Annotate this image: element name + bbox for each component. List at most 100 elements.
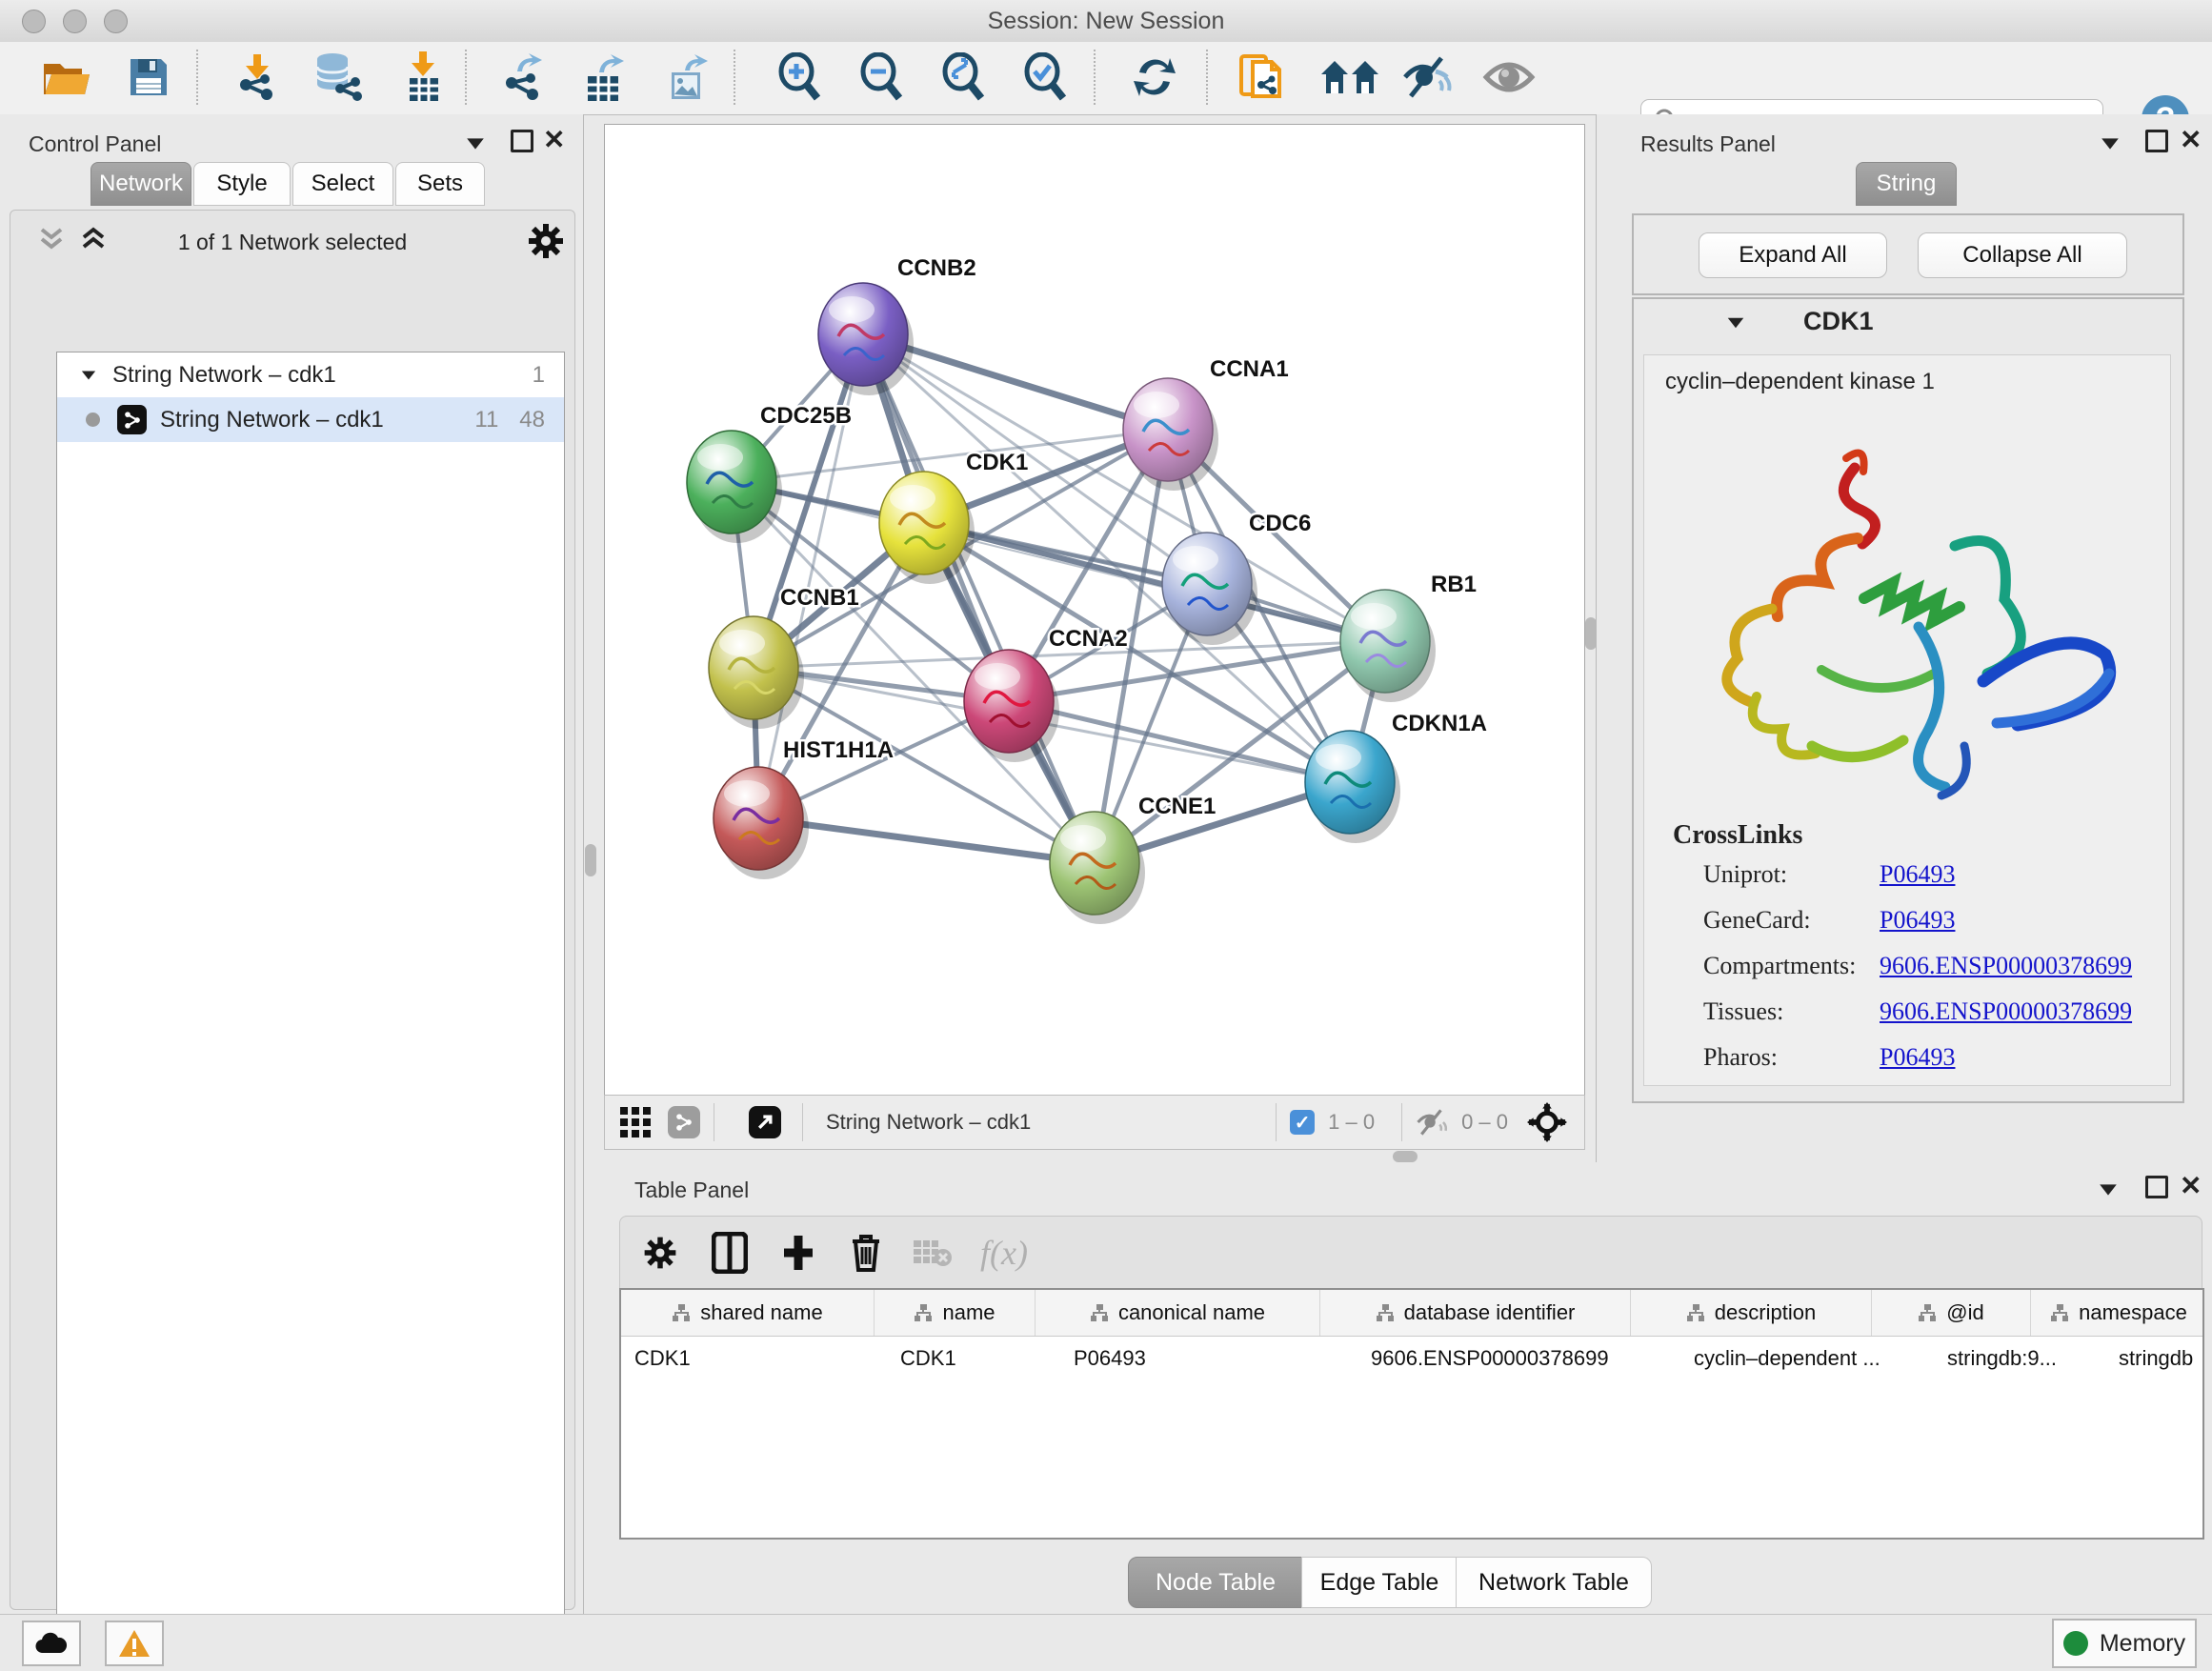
birds-eye-grid-icon[interactable] (618, 1105, 653, 1139)
results-panel-close-icon[interactable]: ✕ (2180, 124, 2202, 155)
tab-node-table[interactable]: Node Table (1128, 1557, 1303, 1608)
protein-collapse-icon[interactable] (1728, 318, 1744, 329)
tab-network-table[interactable]: Network Table (1456, 1557, 1652, 1608)
tab-style[interactable]: Style (193, 162, 291, 206)
zoom-out-button[interactable] (855, 50, 909, 105)
column-header-canonical-name[interactable]: canonical name (1036, 1290, 1320, 1336)
column-header-namespace[interactable]: namespace (2031, 1290, 2204, 1336)
table-options-gear-icon[interactable] (641, 1234, 679, 1272)
crosslink-link[interactable]: 9606.ENSP00000378699 (1880, 997, 2132, 1026)
column-header-description[interactable]: description (1631, 1290, 1872, 1336)
table-panel: Table Panel ✕ (604, 1162, 2212, 1614)
pan-crosshair-icon[interactable] (1527, 1102, 1567, 1142)
open-network-in-window-icon[interactable] (749, 1106, 781, 1138)
column-header-name[interactable]: name (875, 1290, 1036, 1336)
export-image-button[interactable] (661, 50, 714, 105)
tab-edge-table[interactable]: Edge Table (1301, 1557, 1458, 1608)
collection-expand-icon[interactable] (82, 371, 95, 379)
table-cell[interactable]: CDK1 (887, 1337, 1060, 1380)
refresh-layout-button[interactable] (1128, 50, 1181, 105)
network-view-title: String Network – cdk1 (826, 1110, 1031, 1135)
table-row[interactable]: CDK1CDK1P064939606.ENSP00000378699cyclin… (621, 1337, 2202, 1380)
delete-column-trash-icon[interactable] (849, 1232, 883, 1274)
table-panel-collapse-icon[interactable] (2100, 1184, 2117, 1195)
network-view-canvas[interactable]: CCNB2CCNA1CDC25BCDK1CDC6RB1CCNB1CCNA2CDK… (604, 124, 1585, 1096)
hide-selected-button[interactable] (1400, 50, 1454, 105)
new-network-from-selection-button[interactable] (1235, 50, 1288, 105)
show-all-button[interactable] (1482, 50, 1536, 105)
column-header-database-identifier[interactable]: database identifier (1320, 1290, 1631, 1336)
edge-CDK1-RB1[interactable] (924, 523, 1385, 641)
network-node-RB1[interactable]: RB1 (1340, 572, 1477, 702)
zoom-selected-button[interactable] (1019, 50, 1073, 105)
zoom-in-button[interactable] (774, 50, 827, 105)
export-network-button[interactable] (497, 50, 551, 105)
network-node-HIST1H1A[interactable]: HIST1H1A (714, 737, 894, 879)
cloud-status-button[interactable] (22, 1621, 81, 1666)
tab-sets[interactable]: Sets (395, 162, 485, 206)
hidden-eye-slash-icon[interactable] (1416, 1109, 1448, 1136)
network-row[interactable]: String Network – cdk1 11 48 (57, 397, 564, 442)
crosslink-link[interactable]: P06493 (1880, 1043, 1955, 1072)
table-cell[interactable]: cyclin–dependent ... (1680, 1337, 1934, 1380)
memory-button[interactable]: Memory (2052, 1619, 2197, 1668)
show-columns-icon[interactable] (712, 1232, 748, 1274)
collapse-all-button[interactable]: Collapse All (1918, 232, 2127, 278)
control-panel-title: Control Panel (29, 131, 161, 157)
network-node-CCNA1[interactable]: CCNA1 (1123, 356, 1289, 491)
export-table-button[interactable] (577, 50, 631, 105)
control-panel-collapse-icon[interactable] (467, 138, 484, 149)
network-options-gear-icon[interactable] (525, 220, 567, 262)
table-cell[interactable]: stringdb (2105, 1337, 2204, 1380)
control-panel-close-icon[interactable]: ✕ (543, 124, 565, 155)
protein-structure-image (1669, 432, 2145, 803)
import-network-from-database-button[interactable] (311, 50, 364, 105)
create-column-plus-icon[interactable] (780, 1232, 816, 1274)
string-network-graph[interactable]: CCNB2CCNA1CDC25BCDK1CDC6RB1CCNB1CCNA2CDK… (605, 125, 1584, 1095)
table-panel-close-icon[interactable]: ✕ (2180, 1170, 2202, 1201)
edge-CCNB2-CCNE1[interactable] (863, 334, 1095, 863)
node-label-CCNB2: CCNB2 (897, 255, 976, 281)
table-cell[interactable]: CDK1 (621, 1337, 887, 1380)
warning-icon (118, 1629, 151, 1658)
warnings-button[interactable] (105, 1621, 164, 1666)
edge-HIST1H1A-CCNE1[interactable] (758, 818, 1095, 863)
memory-status-dot (2063, 1631, 2088, 1656)
network-node-CDKN1A[interactable]: CDKN1A (1305, 711, 1487, 843)
import-network-button[interactable] (231, 50, 284, 105)
open-folder-icon (42, 56, 91, 98)
save-floppy-icon (127, 55, 171, 99)
toolbar-separator (802, 1103, 803, 1141)
results-panel-float-icon[interactable] (2145, 130, 2168, 152)
zoom-fit-button[interactable] (937, 50, 991, 105)
network-node-CCNB2[interactable]: CCNB2 (818, 255, 976, 395)
tab-network[interactable]: Network (90, 162, 191, 206)
horizontal-splitter-handle[interactable] (1393, 1151, 1418, 1162)
table-panel-float-icon[interactable] (2145, 1176, 2168, 1198)
column-header-shared-name[interactable]: shared name (621, 1290, 875, 1336)
network-node-CCNB1[interactable]: CCNB1 (709, 585, 859, 729)
selected-nodes-checkbox[interactable]: ✓ (1290, 1110, 1315, 1135)
column-header-@id[interactable]: @id (1872, 1290, 2031, 1336)
network-node-CDC6[interactable]: CDC6 (1162, 511, 1311, 645)
network-node-CDC25B[interactable]: CDC25B (687, 403, 852, 543)
string-network-badge-icon[interactable] (668, 1106, 700, 1138)
expand-all-button[interactable]: Expand All (1699, 232, 1887, 278)
table-cell[interactable]: P06493 (1060, 1337, 1357, 1380)
crosslink-link[interactable]: P06493 (1880, 860, 1955, 889)
save-session-button[interactable] (122, 50, 175, 105)
table-cell[interactable]: stringdb:9... (1934, 1337, 2105, 1380)
crosslink-link[interactable]: 9606.ENSP00000378699 (1880, 952, 2132, 980)
tab-select[interactable]: Select (292, 162, 393, 206)
import-table-button[interactable] (396, 50, 450, 105)
vertical-splitter-handle[interactable] (585, 844, 596, 876)
results-panel-collapse-icon[interactable] (2101, 138, 2119, 149)
network-collection-row[interactable]: String Network – cdk1 1 (57, 352, 564, 397)
tab-string-results[interactable]: String (1856, 162, 1957, 206)
crosslink-link[interactable]: P06493 (1880, 906, 1955, 935)
table-cell[interactable]: 9606.ENSP00000378699 (1357, 1337, 1680, 1380)
open-session-button[interactable] (40, 50, 93, 105)
control-panel-float-icon[interactable] (511, 130, 533, 152)
first-neighbors-button[interactable] (1317, 50, 1385, 105)
network-node-CDK1[interactable]: CDK1 (879, 450, 1028, 584)
